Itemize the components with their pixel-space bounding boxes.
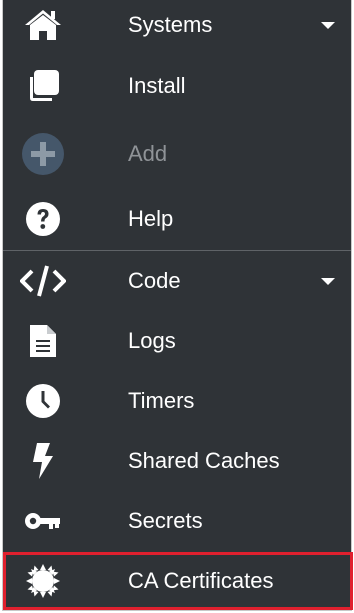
sidebar-item-label: Shared Caches xyxy=(128,448,280,473)
sidebar-item-add[interactable]: Add xyxy=(3,132,351,176)
key-icon xyxy=(15,501,71,541)
question-circle-icon xyxy=(15,199,71,239)
sidebar-item-shared-caches[interactable]: Shared Caches xyxy=(3,441,351,481)
chevron-down-icon[interactable] xyxy=(321,21,335,29)
sidebar-item-ca-certificates[interactable]: CA Certificates xyxy=(3,561,351,601)
sidebar-item-label: Add xyxy=(128,141,168,166)
sidebar-item-label: Systems xyxy=(128,12,213,37)
sidebar-item-code[interactable]: Code xyxy=(3,261,351,301)
code-icon xyxy=(15,261,71,301)
certificate-icon xyxy=(15,561,71,601)
sidebar-item-install[interactable]: Install xyxy=(3,66,351,106)
sidebar-item-logs[interactable]: Logs xyxy=(3,321,351,361)
sidebar-item-help[interactable]: Help xyxy=(3,199,351,239)
sidebar-item-label: Code xyxy=(128,268,181,293)
home-icon xyxy=(15,5,71,45)
sidebar-menu: Systems Install Add Help Code Logs Timer… xyxy=(2,0,353,611)
sidebar-item-label: Install xyxy=(128,73,186,98)
sidebar-item-label: Help xyxy=(128,206,174,231)
file-icon xyxy=(15,321,71,361)
sidebar-item-systems[interactable]: Systems xyxy=(3,5,351,45)
sidebar-item-label: Timers xyxy=(128,388,195,413)
chevron-down-icon[interactable] xyxy=(321,277,335,285)
sidebar-item-secrets[interactable]: Secrets xyxy=(3,501,351,541)
sidebar-item-label: Secrets xyxy=(128,508,203,533)
lightning-icon xyxy=(15,441,71,481)
sidebar-item-label: Logs xyxy=(128,328,176,353)
menu-divider xyxy=(3,250,351,251)
copy-icon xyxy=(15,66,71,106)
clock-icon xyxy=(15,381,71,421)
sidebar-item-label: CA Certificates xyxy=(128,568,274,593)
plus-circle-icon xyxy=(15,133,71,175)
sidebar-item-timers[interactable]: Timers xyxy=(3,381,351,421)
